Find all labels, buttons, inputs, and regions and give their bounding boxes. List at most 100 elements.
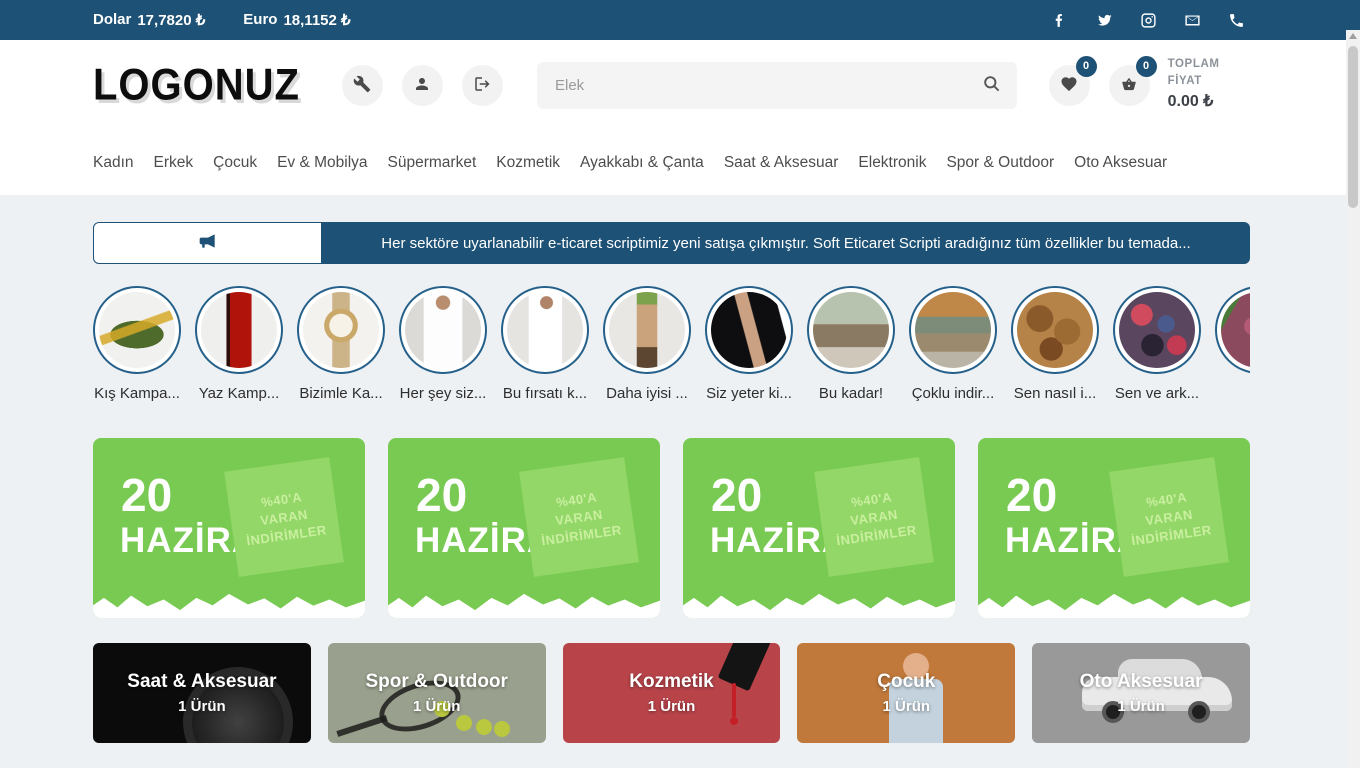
campaign-ring	[603, 286, 691, 374]
nav-item-supermarket[interactable]: Süpermarket	[388, 154, 477, 172]
facebook-icon[interactable]	[1052, 12, 1069, 29]
category-cards: Saat & Aksesuar 1 Ürün Spor & Outdoor 1 …	[93, 643, 1250, 743]
promo-banner[interactable]: 20 HAZİRAN %40'A VARAN İNDİRİMLER	[388, 438, 660, 618]
announcement-bar[interactable]: Her sektöre uyarlanabilir e-ticaret scri…	[93, 222, 1250, 264]
discount-badge: %40'A VARAN İNDİRİMLER	[519, 457, 639, 577]
nav-item-elektronik[interactable]: Elektronik	[858, 154, 926, 172]
scrollbar-thumb[interactable]	[1348, 46, 1358, 208]
scrollbar-up-arrow-icon[interactable]	[1349, 33, 1357, 39]
campaign-item[interactable]: Siz yeter ki...	[705, 286, 793, 402]
campaign-item[interactable]: Yaz Kamp...	[195, 286, 283, 402]
category-card-saat-aksesuar[interactable]: Saat & Aksesuar 1 Ürün	[93, 643, 311, 743]
search-button[interactable]	[982, 74, 1001, 96]
category-card-cocuk[interactable]: Çocuk 1 Ürün	[797, 643, 1015, 743]
search-input[interactable]	[555, 77, 982, 94]
campaign-item[interactable]: Sen ve ark...	[1113, 286, 1201, 402]
campaign-ring	[501, 286, 589, 374]
campaign-label: Çoklu indir...	[909, 385, 997, 402]
badge-line: İNDİRİMLER	[245, 522, 327, 548]
hazelnuts-photo	[1017, 292, 1093, 368]
promo-banner[interactable]: 20 HAZİRAN %40'A VARAN İNDİRİMLER	[978, 438, 1250, 618]
promo-banner[interactable]: 20 HAZİRAN %40'A VARAN İNDİRİMLER	[93, 438, 365, 618]
euro-rate: Euro 18,1152 ₺	[243, 11, 350, 29]
woman-tshirt-photo	[507, 292, 583, 368]
site-logo[interactable]: LOGONUZ	[93, 60, 300, 110]
tennis-ball	[456, 715, 472, 731]
announcement-text: Her sektöre uyarlanabilir e-ticaret scri…	[322, 222, 1250, 264]
category-card-spor-outdoor[interactable]: Spor & Outdoor 1 Ürün	[328, 643, 546, 743]
instagram-icon[interactable]	[1140, 12, 1157, 29]
badge-line: İNDİRİMLER	[1130, 522, 1212, 548]
campaign-item[interactable]: Bizimle Ka...	[297, 286, 385, 402]
cola-bottle-photo	[201, 292, 277, 368]
cart-widget: 0	[1109, 65, 1150, 106]
campaign-item[interactable]: Her şey siz...	[399, 286, 487, 402]
campaign-label: Sen nasıl i...	[1011, 385, 1099, 402]
campaign-item[interactable]: Sen nasıl i...	[1011, 286, 1099, 402]
campaign-label: Bu fırsatı k...	[501, 385, 589, 402]
nav-item-kadin[interactable]: Kadın	[93, 154, 134, 172]
banner-day: 20	[1006, 472, 1057, 518]
campaign-item[interactable]: Kış Kampa...	[93, 286, 181, 402]
email-icon[interactable]	[1184, 12, 1201, 29]
dolar-rate: Dolar 17,7820 ₺	[93, 11, 205, 29]
nav-item-saat-aksesuar[interactable]: Saat & Aksesuar	[724, 154, 839, 172]
campaign-item[interactable]: Bu	[1215, 286, 1250, 402]
card-count: 1 Ürün	[883, 698, 931, 715]
nail-polish-drip	[732, 683, 736, 717]
category-card-kozmetik[interactable]: Kozmetik 1 Ürün	[563, 643, 781, 743]
nav-item-spor-outdoor[interactable]: Spor & Outdoor	[946, 154, 1054, 172]
campaign-ring	[1011, 286, 1099, 374]
logout-button[interactable]	[462, 65, 503, 106]
total-price-value: 0.00 ₺	[1168, 90, 1250, 114]
card-title: Çocuk	[877, 671, 935, 693]
phone-icon[interactable]	[1228, 12, 1245, 29]
gold-watch-photo	[303, 292, 379, 368]
campaign-label: Her şey siz...	[399, 385, 487, 402]
campaign-label: Bizimle Ka...	[297, 385, 385, 402]
badge-line: %40'A	[260, 489, 303, 510]
nav-item-oto-aksesuar[interactable]: Oto Aksesuar	[1074, 154, 1167, 172]
page-scrollbar[interactable]	[1346, 30, 1360, 768]
search-bar	[537, 62, 1017, 109]
settings-button[interactable]	[342, 65, 383, 106]
social-links	[1052, 12, 1245, 29]
campaign-ring	[195, 286, 283, 374]
campaign-label: Siz yeter ki...	[705, 385, 793, 402]
discount-badge: %40'A VARAN İNDİRİMLER	[1109, 457, 1229, 577]
discount-badge: %40'A VARAN İNDİRİMLER	[814, 457, 934, 577]
wrench-icon	[353, 75, 371, 96]
card-title: Oto Aksesuar	[1080, 671, 1203, 693]
nav-item-erkek[interactable]: Erkek	[154, 154, 194, 172]
category-card-oto-aksesuar[interactable]: Oto Aksesuar 1 Ürün	[1032, 643, 1250, 743]
campaign-item[interactable]: Bu fırsatı k...	[501, 286, 589, 402]
twitter-icon[interactable]	[1096, 12, 1113, 29]
header: LOGONUZ	[0, 40, 1360, 130]
card-count: 1 Ürün	[648, 698, 696, 715]
leggings-photo	[711, 292, 787, 368]
user-icon	[413, 75, 431, 96]
nav-item-ayakkabi-canta[interactable]: Ayakkabı & Çanta	[580, 154, 704, 172]
sign-out-icon	[473, 75, 491, 96]
nav-item-kozmetik[interactable]: Kozmetik	[496, 154, 560, 172]
main-nav: Kadın Erkek Çocuk Ev & Mobilya Süpermark…	[0, 130, 1360, 195]
patio-furniture-photo	[813, 292, 889, 368]
nail-polish-drop	[730, 717, 738, 725]
badge-line: %40'A	[555, 489, 598, 510]
campaign-item[interactable]: Çoklu indir...	[909, 286, 997, 402]
account-button[interactable]	[402, 65, 443, 106]
torn-edge	[388, 590, 660, 618]
campaign-item[interactable]: Daha iyisi ...	[603, 286, 691, 402]
campaign-item[interactable]: Bu kadar!	[807, 286, 895, 402]
nav-item-ev-mobilya[interactable]: Ev & Mobilya	[277, 154, 367, 172]
nav-item-cocuk[interactable]: Çocuk	[213, 154, 257, 172]
card-title: Kozmetik	[629, 671, 713, 693]
campaign-label: Yaz Kamp...	[195, 385, 283, 402]
card-title: Saat & Aksesuar	[127, 671, 276, 693]
card-count: 1 Ürün	[413, 698, 461, 715]
campaign-ring	[399, 286, 487, 374]
promo-banner[interactable]: 20 HAZİRAN %40'A VARAN İNDİRİMLER	[683, 438, 955, 618]
torn-edge	[683, 590, 955, 618]
wishlist-count-badge: 0	[1076, 56, 1097, 77]
basket-icon	[1120, 75, 1138, 96]
